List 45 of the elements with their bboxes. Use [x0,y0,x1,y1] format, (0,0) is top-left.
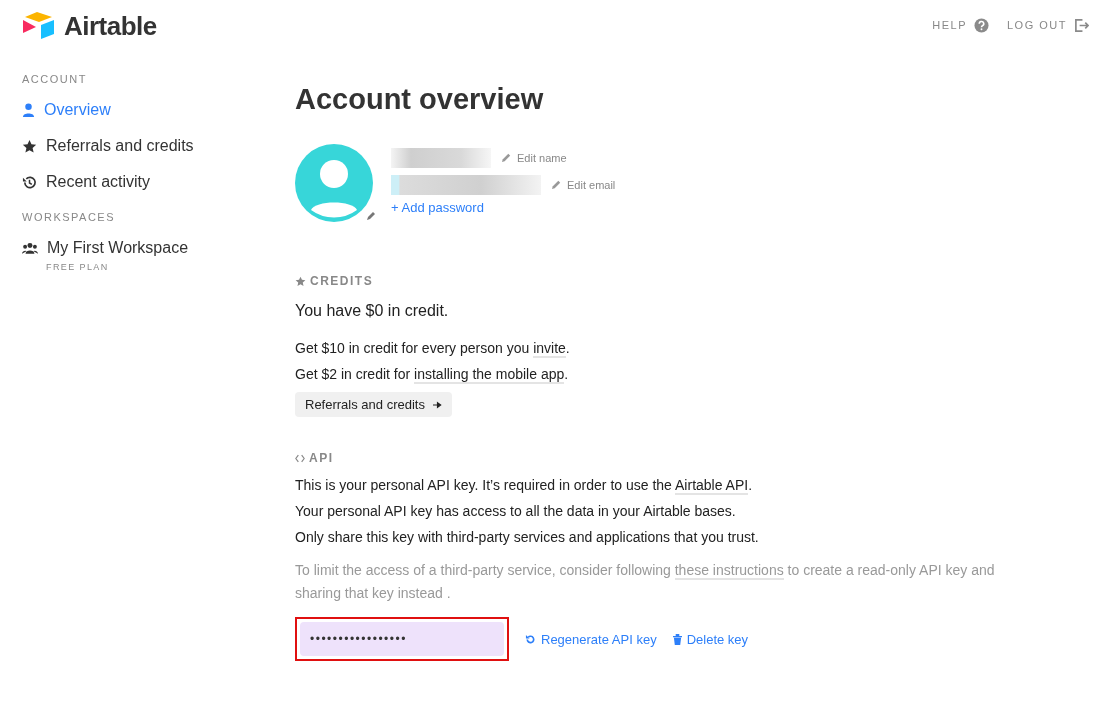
person-icon [22,102,35,118]
trash-icon [672,633,682,645]
add-password-link[interactable]: + Add password [391,200,616,215]
help-icon [974,17,989,33]
star-icon [295,275,306,287]
header-link[interactable]: LOG OUT [1007,17,1089,33]
credit-balance: You have $0 in credit. [295,302,450,320]
api-heading: API [309,451,334,465]
page-title: Account overview [295,83,545,116]
section-heading: WORKSPACES [22,211,117,223]
api-description: Only share this key with third-party services and applications that you trust. [295,529,760,545]
code-icon [295,453,305,463]
api-key-field[interactable]: ••••••••••••••••• [300,622,504,656]
referrals-button[interactable]: Referrals and credits [295,392,452,417]
plan-label: FREE PLAN [46,262,110,272]
api-description: Your personal API key has access to all the data in your Airtable bases. [295,503,737,519]
pencil-icon [551,179,562,190]
credit-offer: Get $2 in credit for installing the mobile app. [295,366,570,382]
history-icon [22,174,37,190]
text-link[interactable]: Airtable API [675,477,749,495]
star-icon [22,138,37,154]
api-action-link[interactable]: Regenerate API key [525,631,657,647]
sidebar-item[interactable]: Recent activity [22,171,295,193]
api-action-link[interactable]: Delete key [672,631,749,647]
text-link[interactable]: invite [533,340,566,358]
pencil-icon [501,152,512,163]
brand-name: Airtable [64,10,157,42]
sidebar-item[interactable]: My First Workspace [22,237,295,259]
credit-offer: Get $10 in credit for every person you invite. [295,340,571,356]
arrow-icon [432,400,442,409]
avatar-icon [295,144,373,222]
text-link[interactable]: these instructions [674,562,784,580]
header-link[interactable]: HELP [932,17,989,33]
api-note: To limit the access of a third-party service, consider following these instructions to create a read-only API key and sharing that key instead . [295,561,996,603]
logo-icon [22,11,56,41]
group-icon [22,241,38,255]
credits-heading: CREDITS [310,274,374,288]
logout-icon [1074,17,1089,33]
api-description: This is your personal API key. It’s required in order to use the Airtable API. [295,477,754,493]
edit-name-link[interactable]: Edit name [501,151,567,164]
sidebar-item[interactable]: Referrals and credits [22,135,295,157]
edit-email-link[interactable]: Edit email [551,178,616,191]
refresh-icon [525,633,536,645]
section-heading: ACCOUNT [22,73,88,85]
sidebar-item[interactable]: Overview [22,99,295,121]
